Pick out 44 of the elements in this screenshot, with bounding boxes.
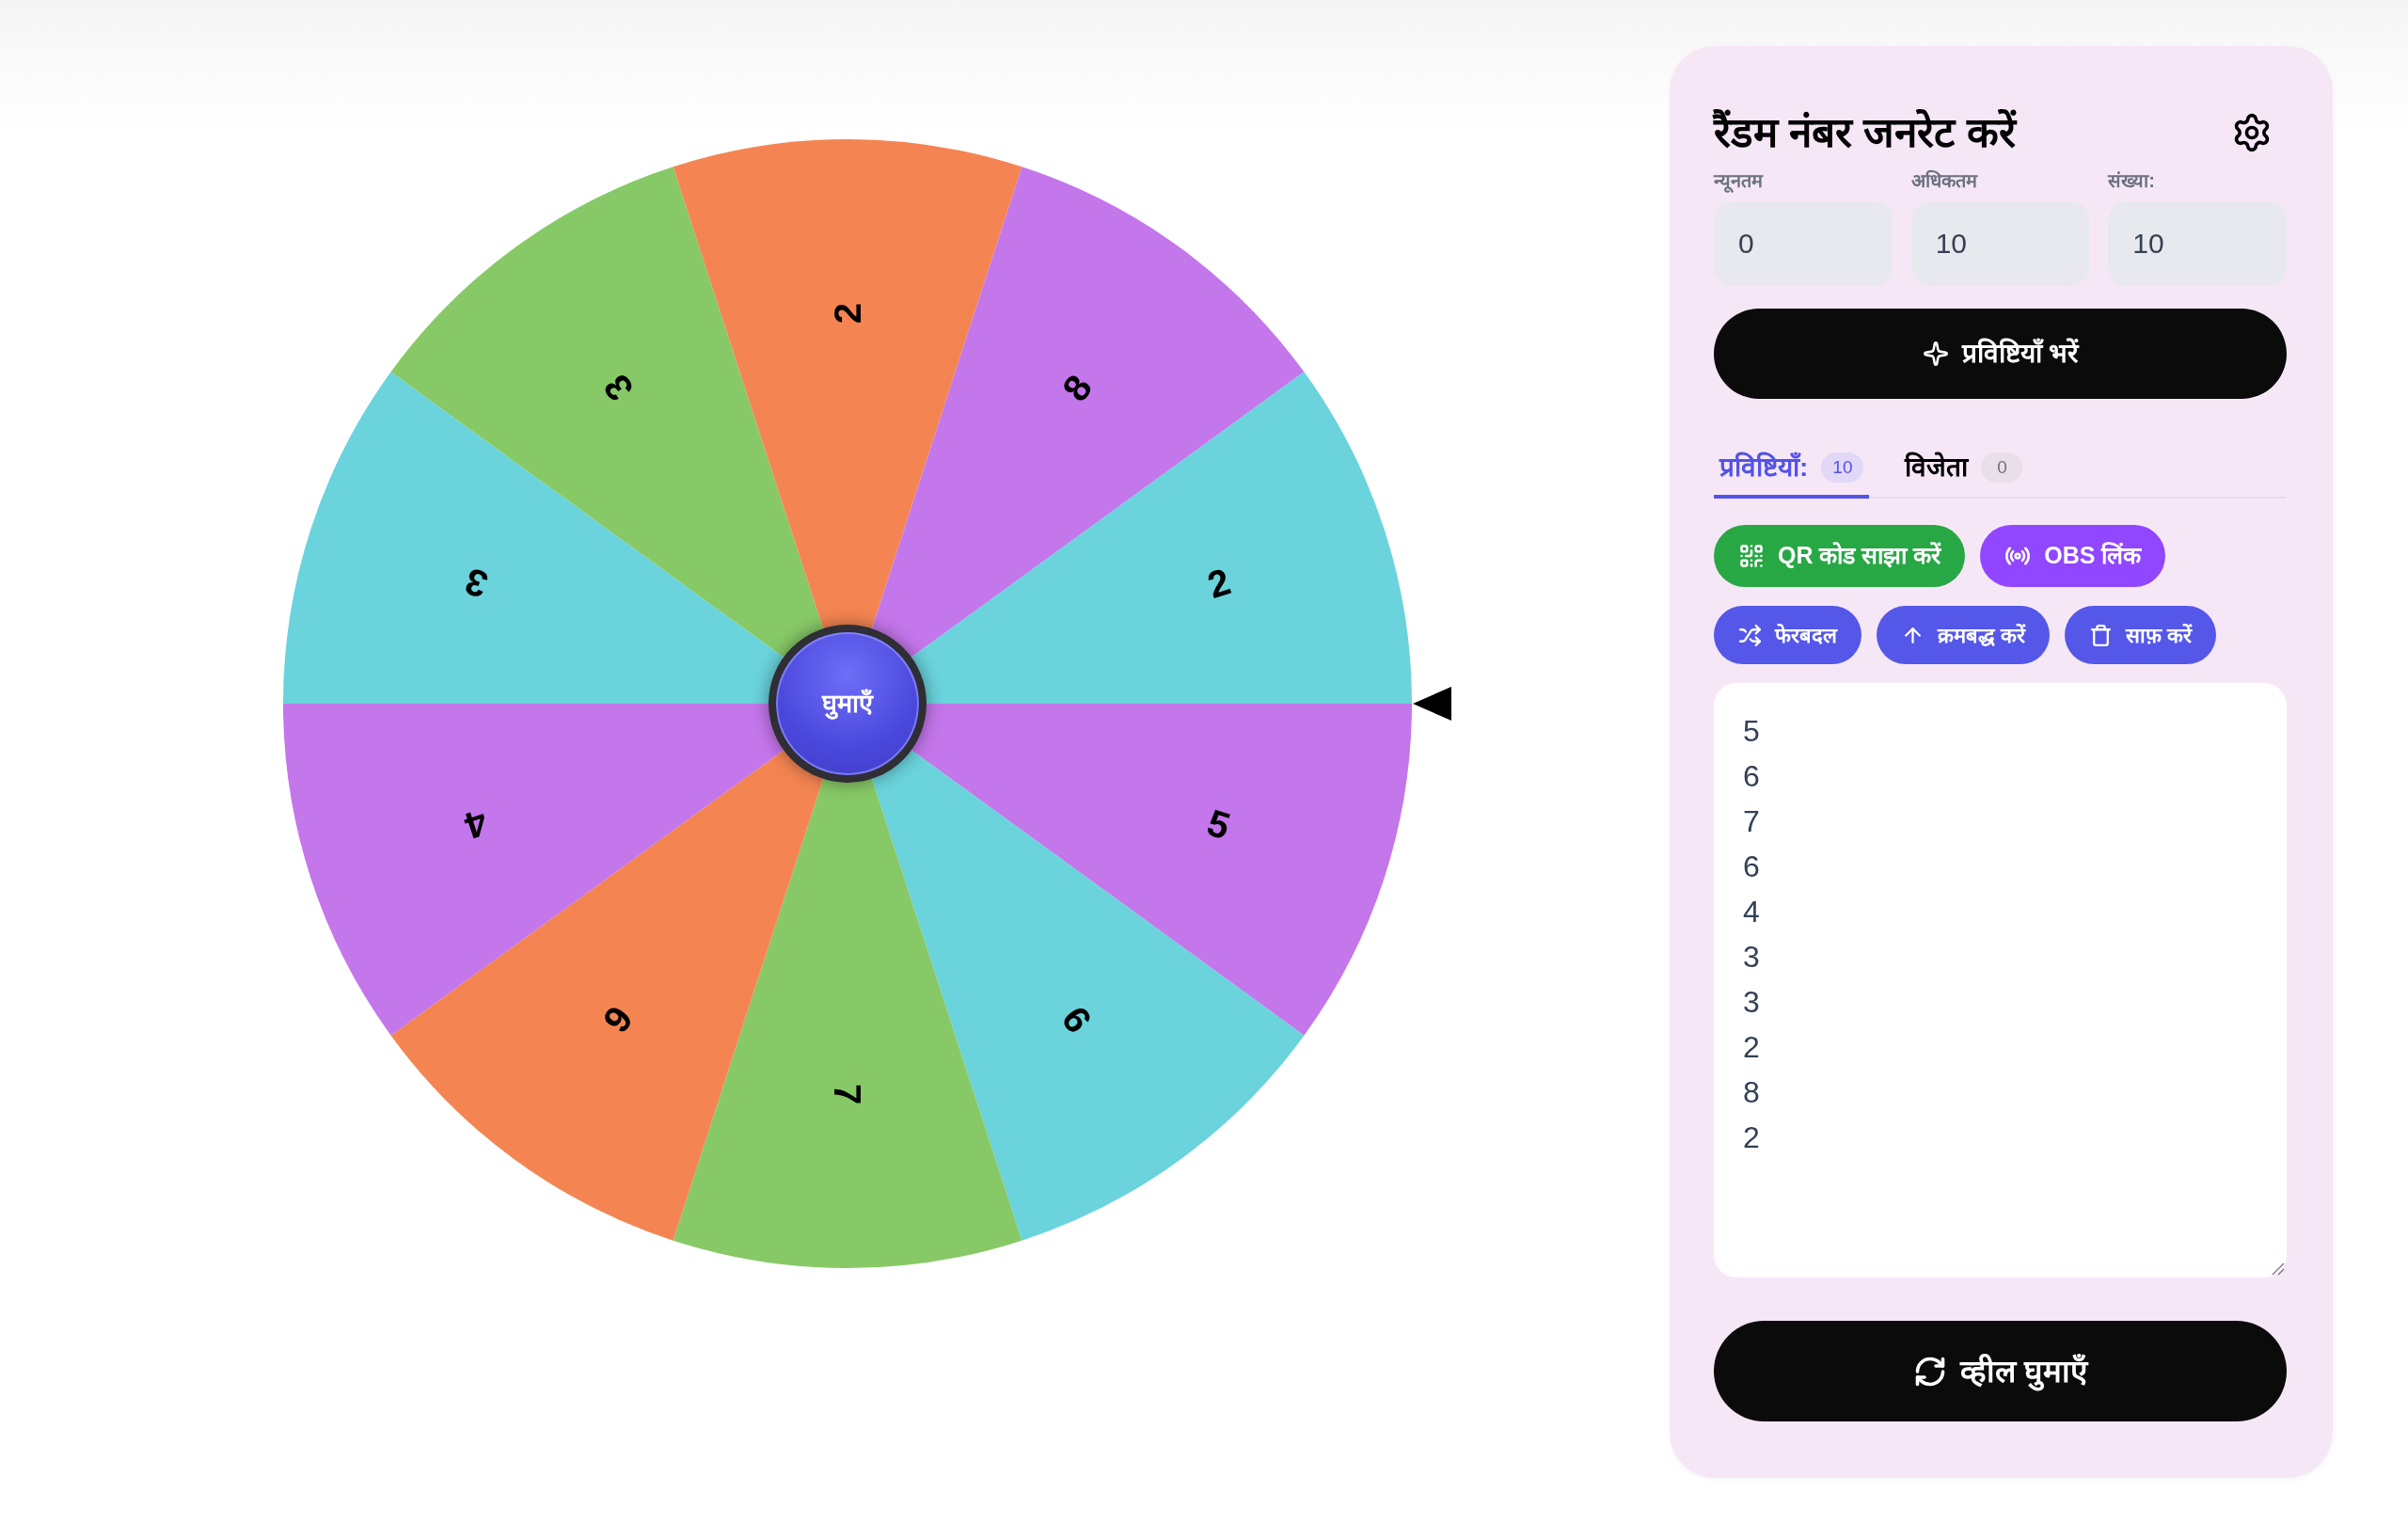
entry-text: 6 xyxy=(1743,849,1760,885)
segment-label: 7 xyxy=(827,1083,868,1105)
clear-button[interactable]: साफ़ करें xyxy=(2065,606,2217,664)
panel-title: रैंडम नंबर जनरेट करें xyxy=(1714,108,2016,157)
number-input[interactable]: 10 xyxy=(2108,201,2287,286)
segment-label: 3 xyxy=(594,367,642,409)
entries-field[interactable]: 5 6 7 6 4 3 3 2 8 2 xyxy=(1714,683,2287,1278)
segment-label: 3 xyxy=(459,560,493,607)
entry-text: 7 xyxy=(1743,803,1760,840)
entry-text: 8 xyxy=(1743,1074,1760,1111)
shuffle-button[interactable]: फेरबदल xyxy=(1714,606,1861,664)
number-input[interactable]: 0 xyxy=(1714,201,1893,286)
entry-text: 6 xyxy=(1743,758,1760,795)
segment-label: 4 xyxy=(459,801,493,848)
field-label: अधिकतम xyxy=(1910,168,1979,193)
entry-text: 2 xyxy=(1743,1029,1760,1066)
field-label: संख्या: xyxy=(2108,169,2156,193)
count-badge: 0 xyxy=(1981,452,2023,483)
qr-code-icon xyxy=(1738,543,1765,569)
entry-text: 5 xyxy=(1743,713,1760,750)
spin-wheel-button[interactable]: व्हील घुमाएँ xyxy=(1714,1321,2287,1421)
entry-text: 4 xyxy=(1743,894,1760,930)
segment-label: 5 xyxy=(1202,801,1236,848)
count-badge: 10 xyxy=(1821,452,1864,483)
sparkle-icon xyxy=(1922,341,1949,367)
number-input[interactable]: 10 xyxy=(1910,201,2090,286)
segment-label: 8 xyxy=(1054,367,1101,409)
entry-text: 3 xyxy=(1743,939,1760,976)
segment-label: 2 xyxy=(1202,560,1236,607)
entry-text: 3 xyxy=(1743,984,1760,1021)
segment-label: 6 xyxy=(1054,998,1101,1040)
pointer-icon xyxy=(1413,687,1451,721)
entry-text: 2 xyxy=(1743,1119,1760,1156)
resize-grip-icon[interactable] xyxy=(2272,1262,2285,1276)
tab[interactable]: विजेता 0 xyxy=(1899,440,2029,499)
sort-button[interactable]: क्रमबद्ध करें xyxy=(1877,606,2051,664)
field-label: न्यूनतम xyxy=(1714,169,1765,193)
trash-icon xyxy=(2089,623,2114,647)
tab[interactable]: प्रविष्टियाँ: 10 xyxy=(1714,440,1870,499)
obs-link-button[interactable]: OBS लिंक xyxy=(1980,525,2166,587)
segment-label: 6 xyxy=(594,998,642,1040)
shuffle-icon xyxy=(1738,623,1762,647)
fill-entries-button[interactable]: प्रविष्टियाँ भरें xyxy=(1714,309,2287,399)
segment-label: 2 xyxy=(827,302,868,325)
